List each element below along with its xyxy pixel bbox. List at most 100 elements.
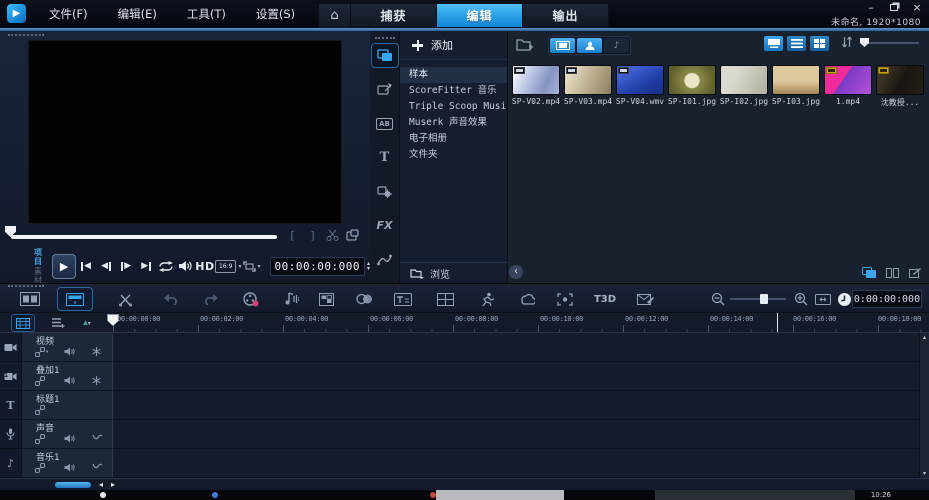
- music-track-icon[interactable]: ♪: [0, 449, 22, 478]
- browse-button[interactable]: 浏览: [400, 262, 508, 283]
- mode-project[interactable]: 项目: [34, 248, 46, 266]
- graphic-button[interactable]: [372, 180, 398, 203]
- menu-settings[interactable]: 设置(S): [241, 6, 310, 22]
- add-track-button[interactable]: [47, 315, 69, 331]
- taskbar-window-thumb[interactable]: [655, 490, 855, 500]
- media-item[interactable]: SP-I01.jpg: [667, 65, 717, 108]
- track-header[interactable]: 音乐1: [22, 449, 113, 478]
- motion-tracking-button[interactable]: [474, 288, 500, 310]
- list-view-button[interactable]: [787, 36, 806, 51]
- go-end-button[interactable]: ▶: [136, 254, 156, 278]
- tab-edit[interactable]: 编辑: [437, 3, 523, 28]
- voice-track-icon[interactable]: [0, 420, 22, 449]
- mix-tools-button[interactable]: [112, 288, 138, 310]
- overlay-track-icon[interactable]: 1: [0, 362, 22, 391]
- title-track-lane[interactable]: [113, 391, 929, 420]
- rail-drag-handle[interactable]: [375, 37, 395, 39]
- close-button[interactable]: ×: [910, 1, 924, 13]
- track-transparency-icon[interactable]: [92, 347, 101, 356]
- track-manager-button[interactable]: [12, 315, 34, 331]
- track-mute-icon[interactable]: [64, 434, 75, 443]
- track-transparency-icon[interactable]: [92, 376, 101, 385]
- color-grading-button[interactable]: [351, 288, 377, 310]
- play-button[interactable]: ▶: [52, 254, 76, 279]
- ripple-link-icon[interactable]: [35, 405, 45, 415]
- video-track-icon[interactable]: [0, 333, 22, 362]
- enlarge-preview-icon[interactable]: [346, 228, 359, 242]
- filter-photos-button[interactable]: [577, 38, 602, 53]
- instant-project-button[interactable]: [372, 78, 398, 101]
- media-item[interactable]: 沈教授...: [875, 65, 925, 108]
- menu-edit[interactable]: 编辑(E): [103, 6, 172, 22]
- media-item[interactable]: SP-V03.mp4: [563, 65, 613, 108]
- minimize-button[interactable]: –: [864, 1, 878, 13]
- taskbar-app-icon[interactable]: [100, 492, 106, 498]
- mode-clip[interactable]: 素材: [34, 267, 46, 285]
- category-folder[interactable]: 文件夹: [400, 147, 507, 163]
- ripple-link-icon[interactable]: [35, 376, 45, 386]
- timeline-view-button[interactable]: [58, 288, 92, 310]
- thumbnail-view-button[interactable]: [764, 36, 783, 51]
- menu-tools[interactable]: 工具(T): [172, 6, 241, 22]
- media-library-button[interactable]: [372, 44, 398, 67]
- title-button[interactable]: T: [372, 146, 398, 169]
- mark-out-button[interactable]: ]: [306, 228, 319, 242]
- tab-share[interactable]: 输出: [523, 3, 609, 28]
- category-triplescoop[interactable]: Triple Scoop Music: [400, 99, 507, 115]
- track-header[interactable]: 声音: [22, 420, 113, 449]
- track-mute-icon[interactable]: [64, 376, 75, 385]
- go-start-button[interactable]: ◀: [76, 254, 96, 278]
- storyboard-view-button[interactable]: [17, 288, 43, 310]
- scroll-down-icon[interactable]: ▾: [923, 470, 926, 477]
- resize-preview-button[interactable]: ▾: [241, 254, 261, 278]
- overlay-track-lane[interactable]: [113, 362, 929, 391]
- home-tab[interactable]: ⌂: [318, 3, 351, 28]
- track-mute-icon[interactable]: [64, 463, 75, 472]
- add-category-button[interactable]: 添加: [400, 31, 507, 60]
- library-panel-toggle-icon[interactable]: [861, 266, 877, 279]
- transition-button[interactable]: AB: [372, 112, 398, 135]
- ripple-link-icon[interactable]: [35, 434, 45, 444]
- subtitle-editor-button[interactable]: [390, 288, 416, 310]
- undo-button[interactable]: [158, 288, 184, 310]
- scrub-bar[interactable]: [11, 235, 277, 239]
- thumbnail-size-slider[interactable]: [861, 42, 919, 44]
- track-header[interactable]: 标题1: [22, 391, 113, 420]
- panel-drag-handle[interactable]: [8, 34, 44, 36]
- scroll-up-icon[interactable]: ▴: [923, 334, 926, 341]
- options-panel-icon[interactable]: [884, 266, 900, 279]
- zoom-slider-thumb[interactable]: [760, 294, 768, 304]
- media-item[interactable]: SP-V02.mp4: [511, 65, 561, 108]
- redo-button[interactable]: [198, 288, 224, 310]
- split-clip-icon[interactable]: [326, 228, 339, 242]
- track-mute-icon[interactable]: [64, 347, 75, 356]
- waveform-toggle-icon[interactable]: [92, 434, 103, 441]
- aspect-ratio-button[interactable]: 16:9 ▾: [215, 254, 242, 278]
- edit-pencil-icon[interactable]: [907, 266, 923, 279]
- customize-motion-button[interactable]: [514, 288, 540, 310]
- track-header[interactable]: 叠加1: [22, 362, 113, 391]
- track-header[interactable]: 视频 ▾: [22, 333, 113, 362]
- motion-path-button[interactable]: [372, 248, 398, 271]
- tab-capture[interactable]: 捕获: [351, 3, 437, 28]
- painting-creator-button[interactable]: [313, 288, 339, 310]
- filter-videos-button[interactable]: [550, 38, 575, 53]
- ripple-link-icon[interactable]: ▾: [35, 347, 49, 357]
- restore-button[interactable]: [887, 1, 901, 13]
- preview-timecode[interactable]: 00:00:00:000: [270, 257, 365, 276]
- grid-view-button[interactable]: [810, 36, 829, 51]
- next-frame-button[interactable]: ▶: [116, 254, 136, 278]
- music-track-lane[interactable]: [113, 449, 929, 478]
- zoom-out-button[interactable]: [705, 288, 731, 310]
- collapse-panel-button[interactable]: ‹: [509, 265, 523, 279]
- menu-file[interactable]: 文件(F): [34, 6, 103, 22]
- toolbar-drag-handle[interactable]: [8, 285, 44, 287]
- volume-button[interactable]: [176, 254, 195, 278]
- 3d-title-button[interactable]: T3D: [592, 288, 618, 310]
- taskbar-app-icon[interactable]: [212, 492, 218, 498]
- fastflick-button[interactable]: [632, 288, 658, 310]
- media-item[interactable]: SP-I02.jpg: [719, 65, 769, 108]
- hd-preview-button[interactable]: HD: [195, 254, 215, 278]
- filter-audio-button[interactable]: ♪: [604, 38, 629, 53]
- video-track-lane[interactable]: [113, 333, 929, 362]
